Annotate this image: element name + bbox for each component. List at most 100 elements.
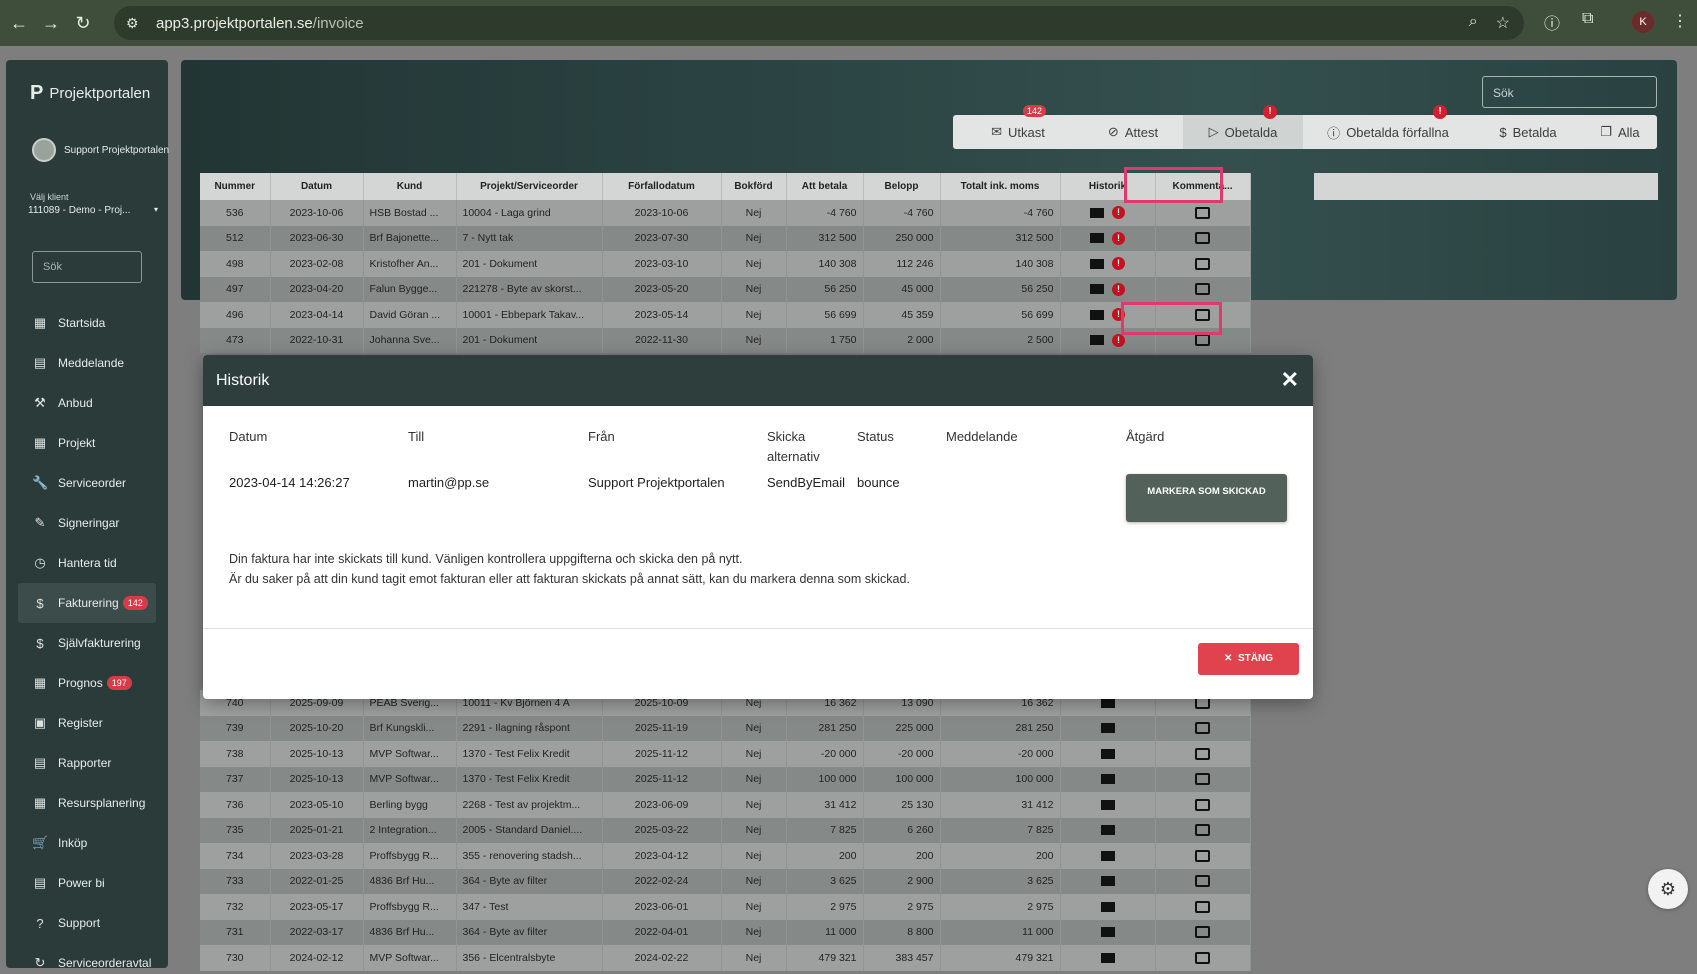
tab-utkast[interactable]: ✉ Utkast 142 xyxy=(953,105,1083,149)
comment-cell[interactable] xyxy=(1155,868,1251,894)
password-manager-icon[interactable]: ⓘ xyxy=(1544,10,1560,34)
historik-cell[interactable] xyxy=(1060,843,1156,869)
close-button[interactable]: ✕ STÄNG xyxy=(1198,643,1299,675)
client-select[interactable]: 111089 - Demo - Proj... ▾ xyxy=(28,205,158,216)
mail-icon[interactable] xyxy=(1100,723,1115,734)
historik-cell[interactable] xyxy=(1060,817,1156,843)
table-row[interactable]: 512 2023-06-30 Brf Bajonette... 7 - Nytt ta… xyxy=(200,225,1251,251)
mail-icon[interactable] xyxy=(1090,207,1104,218)
error-icon[interactable]: ! xyxy=(1112,231,1125,245)
table-row[interactable]: 496 2023-04-14 David Göran ... 10001 - Ebbe… xyxy=(200,302,1251,328)
historik-cell[interactable] xyxy=(1060,766,1156,792)
comment-cell[interactable] xyxy=(1155,225,1251,251)
browser-menu-icon[interactable]: ⋮ xyxy=(1672,11,1688,31)
comment-cell[interactable] xyxy=(1155,741,1251,767)
table-row[interactable]: 736 2023-05-10 Berling bygg 2268 - Test av … xyxy=(200,792,1251,818)
sidebar-item-resursplanering[interactable]: ▦ Resursplanering xyxy=(6,783,168,823)
error-icon[interactable]: ! xyxy=(1112,282,1125,296)
search-input[interactable]: Sök xyxy=(1482,76,1657,108)
comment-cell[interactable] xyxy=(1155,919,1251,945)
comment-icon[interactable] xyxy=(1195,824,1210,837)
mail-icon[interactable] xyxy=(1090,284,1104,295)
settings-gear-icon[interactable]: ⚙ xyxy=(1648,869,1688,909)
sidebar-search-input[interactable]: Sök xyxy=(32,251,142,283)
comment-icon[interactable] xyxy=(1195,232,1210,245)
comment-cell[interactable] xyxy=(1155,792,1251,818)
mail-icon[interactable] xyxy=(1100,876,1115,887)
table-row[interactable]: 733 2022-01-25 4836 Brf Hu... 364 - Byte av… xyxy=(200,868,1251,894)
table-row[interactable]: 735 2025-01-21 2 Integration... 2005 - Stan… xyxy=(200,817,1251,843)
table-row[interactable]: 497 2023-04-20 Falun Bygge... 221278 - Byte… xyxy=(200,276,1251,302)
historik-cell[interactable]: ! xyxy=(1060,225,1156,251)
profile-avatar[interactable]: K xyxy=(1632,11,1654,33)
sidebar-item-självfakturering[interactable]: $ Självfakturering xyxy=(6,623,168,663)
sidebar-item-signeringar[interactable]: ✎ Signeringar xyxy=(6,503,168,543)
sidebar-item-meddelande[interactable]: ▤ Meddelande xyxy=(6,343,168,383)
table-row[interactable]: 731 2022-03-17 4836 Brf Hu... 364 - Byte av… xyxy=(200,919,1251,945)
sidebar-item-prognos[interactable]: ▦ Prognos 197 xyxy=(6,663,168,703)
extensions-icon[interactable]: ⧉ xyxy=(1582,10,1593,28)
mail-icon[interactable] xyxy=(1100,825,1115,836)
comment-icon[interactable] xyxy=(1195,875,1210,888)
historik-cell[interactable] xyxy=(1060,792,1156,818)
sidebar-item-inköp[interactable]: 🛒 Inköp xyxy=(6,823,168,863)
column-header[interactable]: Projekt/Serviceorder xyxy=(456,173,603,200)
comment-icon[interactable] xyxy=(1195,926,1210,939)
comment-icon[interactable] xyxy=(1195,951,1210,964)
comment-icon[interactable] xyxy=(1195,747,1210,760)
comment-cell[interactable] xyxy=(1155,200,1251,226)
error-icon[interactable]: ! xyxy=(1112,257,1125,271)
comment-icon[interactable] xyxy=(1195,798,1210,811)
comment-icon[interactable] xyxy=(1195,283,1210,296)
table-row[interactable]: 739 2025-10-20 Brf Kungskli... 2291 - Ilagn… xyxy=(200,715,1251,741)
table-row[interactable]: 734 2023-03-28 Proffsbygg R... 355 - renove… xyxy=(200,843,1251,869)
sidebar-item-fakturering[interactable]: $ Fakturering 142 xyxy=(18,583,156,623)
historik-cell[interactable]: ! xyxy=(1060,276,1156,302)
zoom-icon[interactable]: ⌕ xyxy=(1469,13,1478,33)
table-row[interactable]: 536 2023-10-06 HSB Bostad ... 10004 - Laga … xyxy=(200,200,1251,226)
historik-cell[interactable]: ! xyxy=(1060,251,1156,277)
tab-attest[interactable]: ⊘ Attest xyxy=(1083,115,1183,149)
bookmark-star-icon[interactable]: ☆ xyxy=(1496,13,1510,33)
sidebar-item-projekt[interactable]: ▦ Projekt xyxy=(6,423,168,463)
historik-cell[interactable] xyxy=(1060,894,1156,920)
comment-icon[interactable] xyxy=(1195,773,1210,786)
column-header[interactable]: Belopp xyxy=(863,173,941,200)
mail-icon[interactable] xyxy=(1090,309,1104,320)
close-icon[interactable]: ✕ xyxy=(1281,367,1299,393)
table-row[interactable]: 737 2025-10-13 MVP Softwar... 1370 - Test F… xyxy=(200,766,1251,792)
back-icon[interactable]: ← xyxy=(6,13,32,34)
mail-icon[interactable] xyxy=(1100,799,1115,810)
sidebar-item-serviceorder[interactable]: 🔧 Serviceorder xyxy=(6,463,168,503)
sidebar-item-serviceorderavtal[interactable]: ↻ Serviceorderavtal xyxy=(6,943,168,974)
comment-cell[interactable] xyxy=(1155,894,1251,920)
historik-cell[interactable] xyxy=(1060,868,1156,894)
mail-icon[interactable] xyxy=(1100,952,1115,963)
forward-icon[interactable]: → xyxy=(38,13,64,34)
error-icon[interactable]: ! xyxy=(1112,333,1125,347)
column-header[interactable]: Att betala xyxy=(786,173,864,200)
column-header[interactable]: Nummer xyxy=(200,173,271,200)
table-row[interactable]: 498 2023-02-08 Kristofher An... 201 - Dokum… xyxy=(200,251,1251,277)
comment-cell[interactable] xyxy=(1155,715,1251,741)
historik-cell[interactable] xyxy=(1060,945,1156,971)
comment-cell[interactable] xyxy=(1155,843,1251,869)
historik-cell[interactable]: ! xyxy=(1060,200,1156,226)
mail-icon[interactable] xyxy=(1090,258,1104,269)
brand-logo[interactable]: P Projektportalen xyxy=(30,82,150,105)
sidebar-item-register[interactable]: ▣ Register xyxy=(6,703,168,743)
sidebar-item-rapporter[interactable]: ▤ Rapporter xyxy=(6,743,168,783)
user-profile[interactable]: Support Projektportalen xyxy=(32,138,169,162)
comment-icon[interactable] xyxy=(1195,849,1210,862)
comment-icon[interactable] xyxy=(1195,257,1210,270)
table-row[interactable]: 473 2022-10-31 Johanna Sve... 201 - Dokumen… xyxy=(200,327,1251,353)
sidebar-item-power-bi[interactable]: ▤ Power bi xyxy=(6,863,168,903)
reload-icon[interactable]: ↻ xyxy=(70,13,96,34)
comment-cell[interactable] xyxy=(1155,251,1251,277)
mail-icon[interactable] xyxy=(1100,774,1115,785)
mail-icon[interactable] xyxy=(1100,748,1115,759)
comment-icon[interactable] xyxy=(1195,206,1210,219)
tab-betalda[interactable]: $ Betalda xyxy=(1473,115,1583,149)
comment-icon[interactable] xyxy=(1195,900,1210,913)
tab-obetalda[interactable]: ▷ Obetalda! xyxy=(1183,105,1303,149)
